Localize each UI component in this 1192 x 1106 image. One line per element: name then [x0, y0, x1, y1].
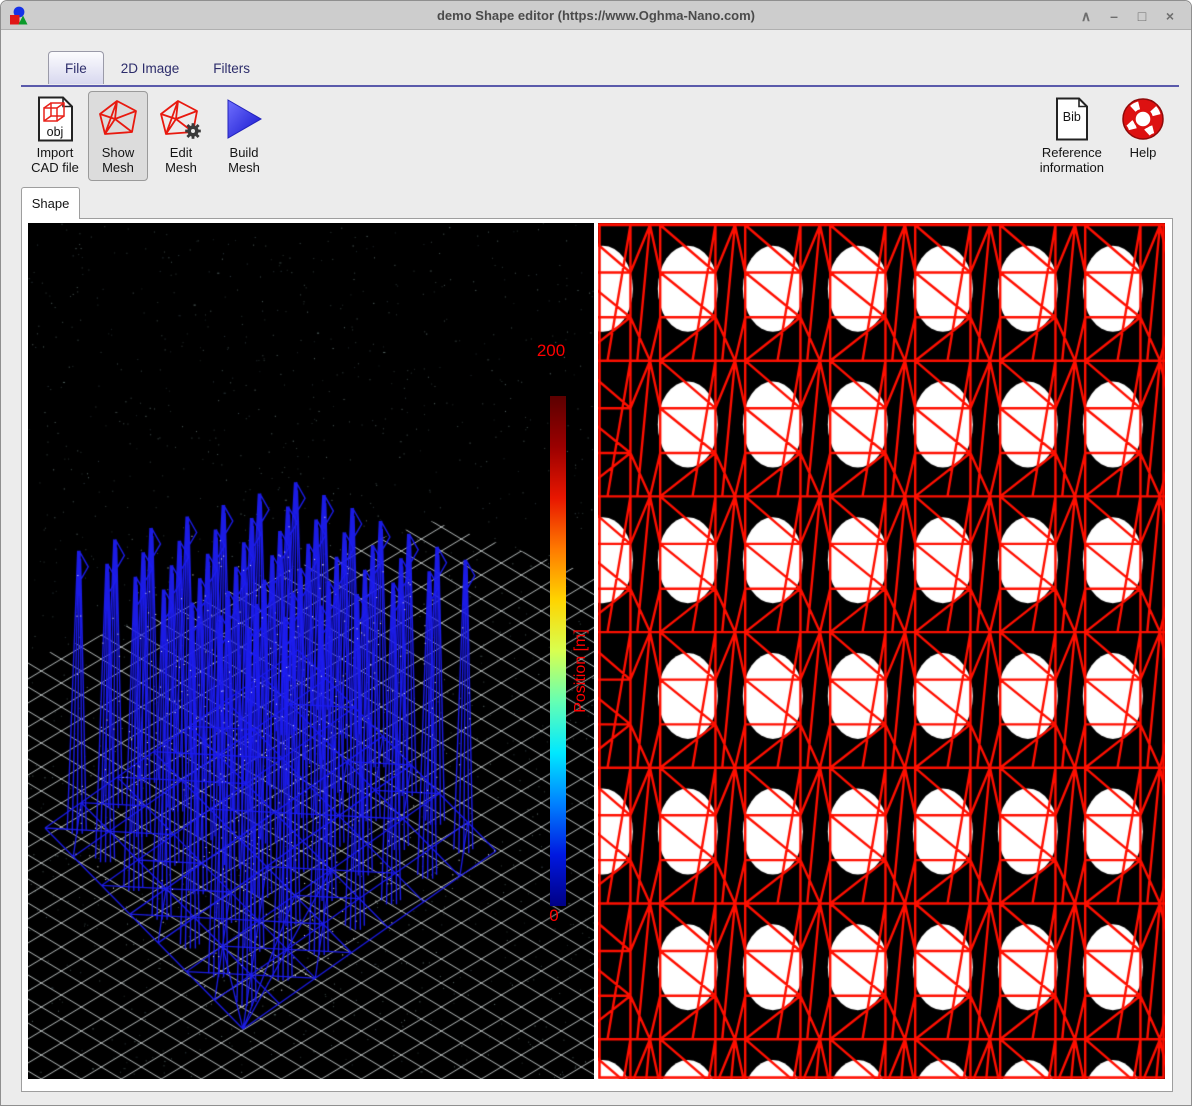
obj-file-icon: obj [31, 95, 79, 143]
2d-mesh-canvas[interactable] [598, 223, 1165, 1079]
import-cad-label-2: CAD file [31, 160, 79, 176]
colorbar-min-label: 0 [549, 906, 559, 925]
gear-icon [185, 123, 201, 139]
app-logo-icon [10, 6, 28, 25]
help-button[interactable]: Help [1113, 91, 1173, 165]
lifebuoy-icon [1119, 95, 1167, 143]
play-icon [220, 95, 268, 143]
reference-label-2: information [1039, 160, 1104, 176]
tab-filters[interactable]: Filters [196, 51, 267, 84]
reference-information-button[interactable]: Bib Reference information [1034, 91, 1110, 181]
show-mesh-label-1: Show [101, 145, 135, 160]
mesh-icon [94, 95, 142, 143]
reference-label-1: Reference [1041, 145, 1102, 160]
show-mesh-button[interactable]: Show Mesh [88, 91, 148, 181]
close-button[interactable]: × [1163, 9, 1177, 23]
toolbar: obj Import CAD file Show Mesh Edit Mesh … [25, 91, 1173, 181]
build-mesh-button[interactable]: Build Mesh [214, 91, 274, 181]
shade-button[interactable]: ∧ [1079, 9, 1093, 23]
edit-mesh-label-1: Edit [169, 145, 193, 160]
import-cad-button[interactable]: obj Import CAD file [25, 91, 85, 181]
obj-icon-label: obj [46, 125, 64, 140]
ribbon-tabbar: File 2D Image Filters [48, 51, 267, 84]
bib-icon-label: Bib [1062, 110, 1081, 124]
edit-mesh-button[interactable]: Edit Mesh [151, 91, 211, 181]
bib-file-icon: Bib [1048, 95, 1096, 143]
tab-shape[interactable]: Shape [21, 187, 80, 219]
maximize-button[interactable]: □ [1135, 9, 1149, 23]
minimize-button[interactable]: – [1107, 9, 1121, 23]
show-mesh-label-2: Mesh [102, 160, 134, 176]
colorbar [550, 396, 566, 906]
shape-tab-label: Shape [31, 196, 70, 211]
titlebar[interactable]: demo Shape editor (https://www.Oghma-Nan… [1, 1, 1191, 30]
import-cad-label-1: Import [36, 145, 74, 160]
edit-mesh-label-2: Mesh [165, 160, 197, 176]
ribbon-underline [21, 85, 1179, 87]
window-title: demo Shape editor (https://www.Oghma-Nan… [436, 8, 756, 23]
2d-image-view [598, 223, 1165, 1079]
tab-2d-image[interactable]: 2D Image [104, 51, 197, 84]
tab-file[interactable]: File [48, 51, 104, 84]
build-mesh-label-2: Mesh [228, 160, 260, 176]
mesh-edit-icon [157, 95, 205, 143]
app-window: demo Shape editor (https://www.Oghma-Nan… [0, 0, 1192, 1106]
help-label: Help [1129, 145, 1157, 160]
colorbar-max-label: 200 [536, 341, 566, 360]
window-controls: ∧ – □ × [1079, 1, 1177, 30]
3d-viewport: 200 0 Position [m] [28, 223, 594, 1079]
colorbar-axis-label: Position [m] [572, 629, 589, 713]
3d-mesh-canvas[interactable] [28, 223, 594, 1079]
editor-area: 200 0 Position [m] [21, 218, 1173, 1092]
build-mesh-label-1: Build [229, 145, 259, 160]
